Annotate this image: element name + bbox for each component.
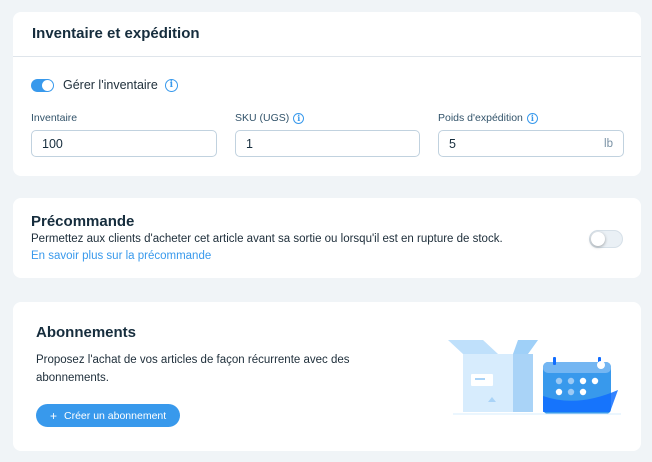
preorder-card: Précommande Permettez aux clients d'ache… [13,198,641,278]
shipping-weight-value: 5 [449,136,456,151]
inventory-field-label: Inventaire [31,112,77,124]
toggle-knob [591,232,605,246]
subscriptions-card: Abonnements Proposez l'achat de vos arti… [13,302,641,451]
manage-inventory-label: Gérer l'inventaire [63,78,158,92]
inventory-card-header: Inventaire et expédition [13,12,641,57]
info-icon[interactable]: i [164,78,178,92]
info-icon[interactable]: i [526,112,538,124]
preorder-description: Permettez aux clients d'acheter cet arti… [31,233,503,245]
sku-input[interactable]: 1 [235,130,420,157]
create-subscription-label: Créer un abonnement [64,409,167,422]
manage-inventory-toggle[interactable] [31,78,54,92]
inventory-quantity-input[interactable]: 100 [31,130,217,157]
weight-field-label: Poids d'expédition i [438,112,538,124]
weight-unit: lb [604,137,613,150]
inventory-quantity-value: 100 [42,136,63,151]
inventory-card: Inventaire et expédition Gérer l'inventa… [13,12,641,176]
sku-value: 1 [246,136,253,151]
inventory-title: Inventaire et expédition [32,25,200,42]
plus-icon: + [50,408,58,423]
sku-label-text: SKU (UGS) [235,112,290,124]
toggle-knob [42,79,53,91]
sku-field-label: SKU (UGS) i [235,112,305,124]
info-icon[interactable]: i [293,112,305,124]
inventory-label-text: Inventaire [31,112,78,124]
weight-label-text: Poids d'expédition [438,112,523,124]
subscriptions-description: Proposez l'achat de vos articles de faço… [36,354,350,384]
preorder-learn-more-link[interactable]: En savoir plus sur la précommande [31,250,211,262]
preorder-title: Précommande [31,213,135,230]
subscription-box-calendar-illustration [448,340,621,415]
create-subscription-button[interactable]: + Créer un abonnement [36,404,181,427]
subscriptions-title: Abonnements [36,324,137,341]
preorder-toggle[interactable] [589,230,623,248]
shipping-weight-input[interactable]: 5 lb [438,130,624,157]
manage-inventory-row: Gérer l'inventaire i [31,76,178,94]
